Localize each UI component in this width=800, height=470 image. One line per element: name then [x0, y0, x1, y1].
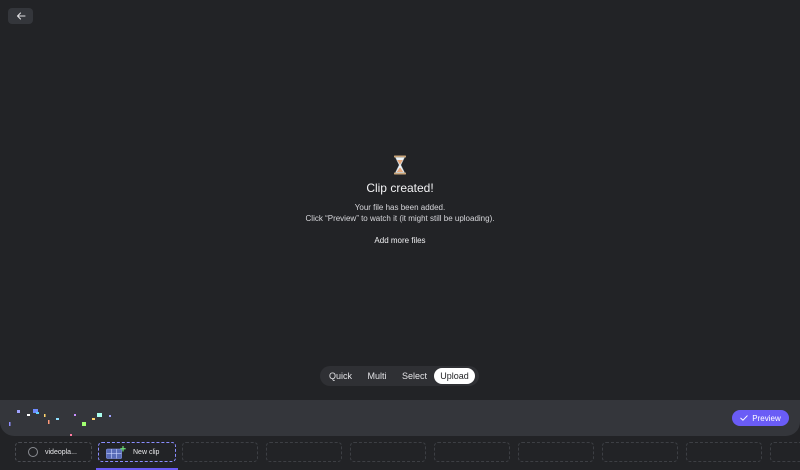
mode-multi[interactable]: Multi — [359, 368, 395, 384]
clip-item-video[interactable]: videopla... — [15, 442, 92, 462]
clip-label: videopla... — [45, 448, 77, 456]
hourglass-icon — [394, 155, 406, 175]
film-add-icon — [106, 445, 126, 459]
empty-clip-slot — [266, 442, 342, 462]
preview-button-label: Preview — [752, 413, 781, 423]
mode-switcher: Quick Multi Select Upload — [320, 366, 479, 386]
arrow-left-icon — [16, 12, 26, 20]
status-title: Clip created! — [366, 181, 434, 195]
back-button[interactable] — [8, 8, 33, 24]
status-message-line-1: Your file has been added. — [354, 203, 446, 212]
empty-clip-slot — [434, 442, 510, 462]
status-panel: Clip created! Your file has been added. … — [0, 155, 800, 245]
empty-clip-slot — [686, 442, 762, 462]
empty-clip-slot — [518, 442, 594, 462]
empty-clip-slot — [182, 442, 258, 462]
mode-select[interactable]: Select — [395, 368, 434, 384]
clip-strip: videopla... New clip — [0, 440, 800, 470]
new-clip-button[interactable]: New clip — [98, 442, 176, 462]
add-more-files-button[interactable]: Add more files — [374, 236, 425, 245]
status-message-line-2: Click “Preview” to watch it (it might st… — [305, 214, 495, 223]
preview-button[interactable]: Preview — [732, 410, 789, 426]
radio-icon[interactable] — [28, 447, 38, 457]
check-icon — [740, 415, 748, 421]
mode-quick[interactable]: Quick — [322, 368, 359, 384]
mode-upload[interactable]: Upload — [434, 368, 475, 384]
empty-clip-slot — [770, 442, 800, 462]
new-clip-label: New clip — [133, 448, 160, 456]
empty-clip-slot — [350, 442, 426, 462]
clip-tray: Preview — [0, 400, 800, 436]
confetti-decoration — [9, 409, 111, 436]
empty-clip-slot — [602, 442, 678, 462]
